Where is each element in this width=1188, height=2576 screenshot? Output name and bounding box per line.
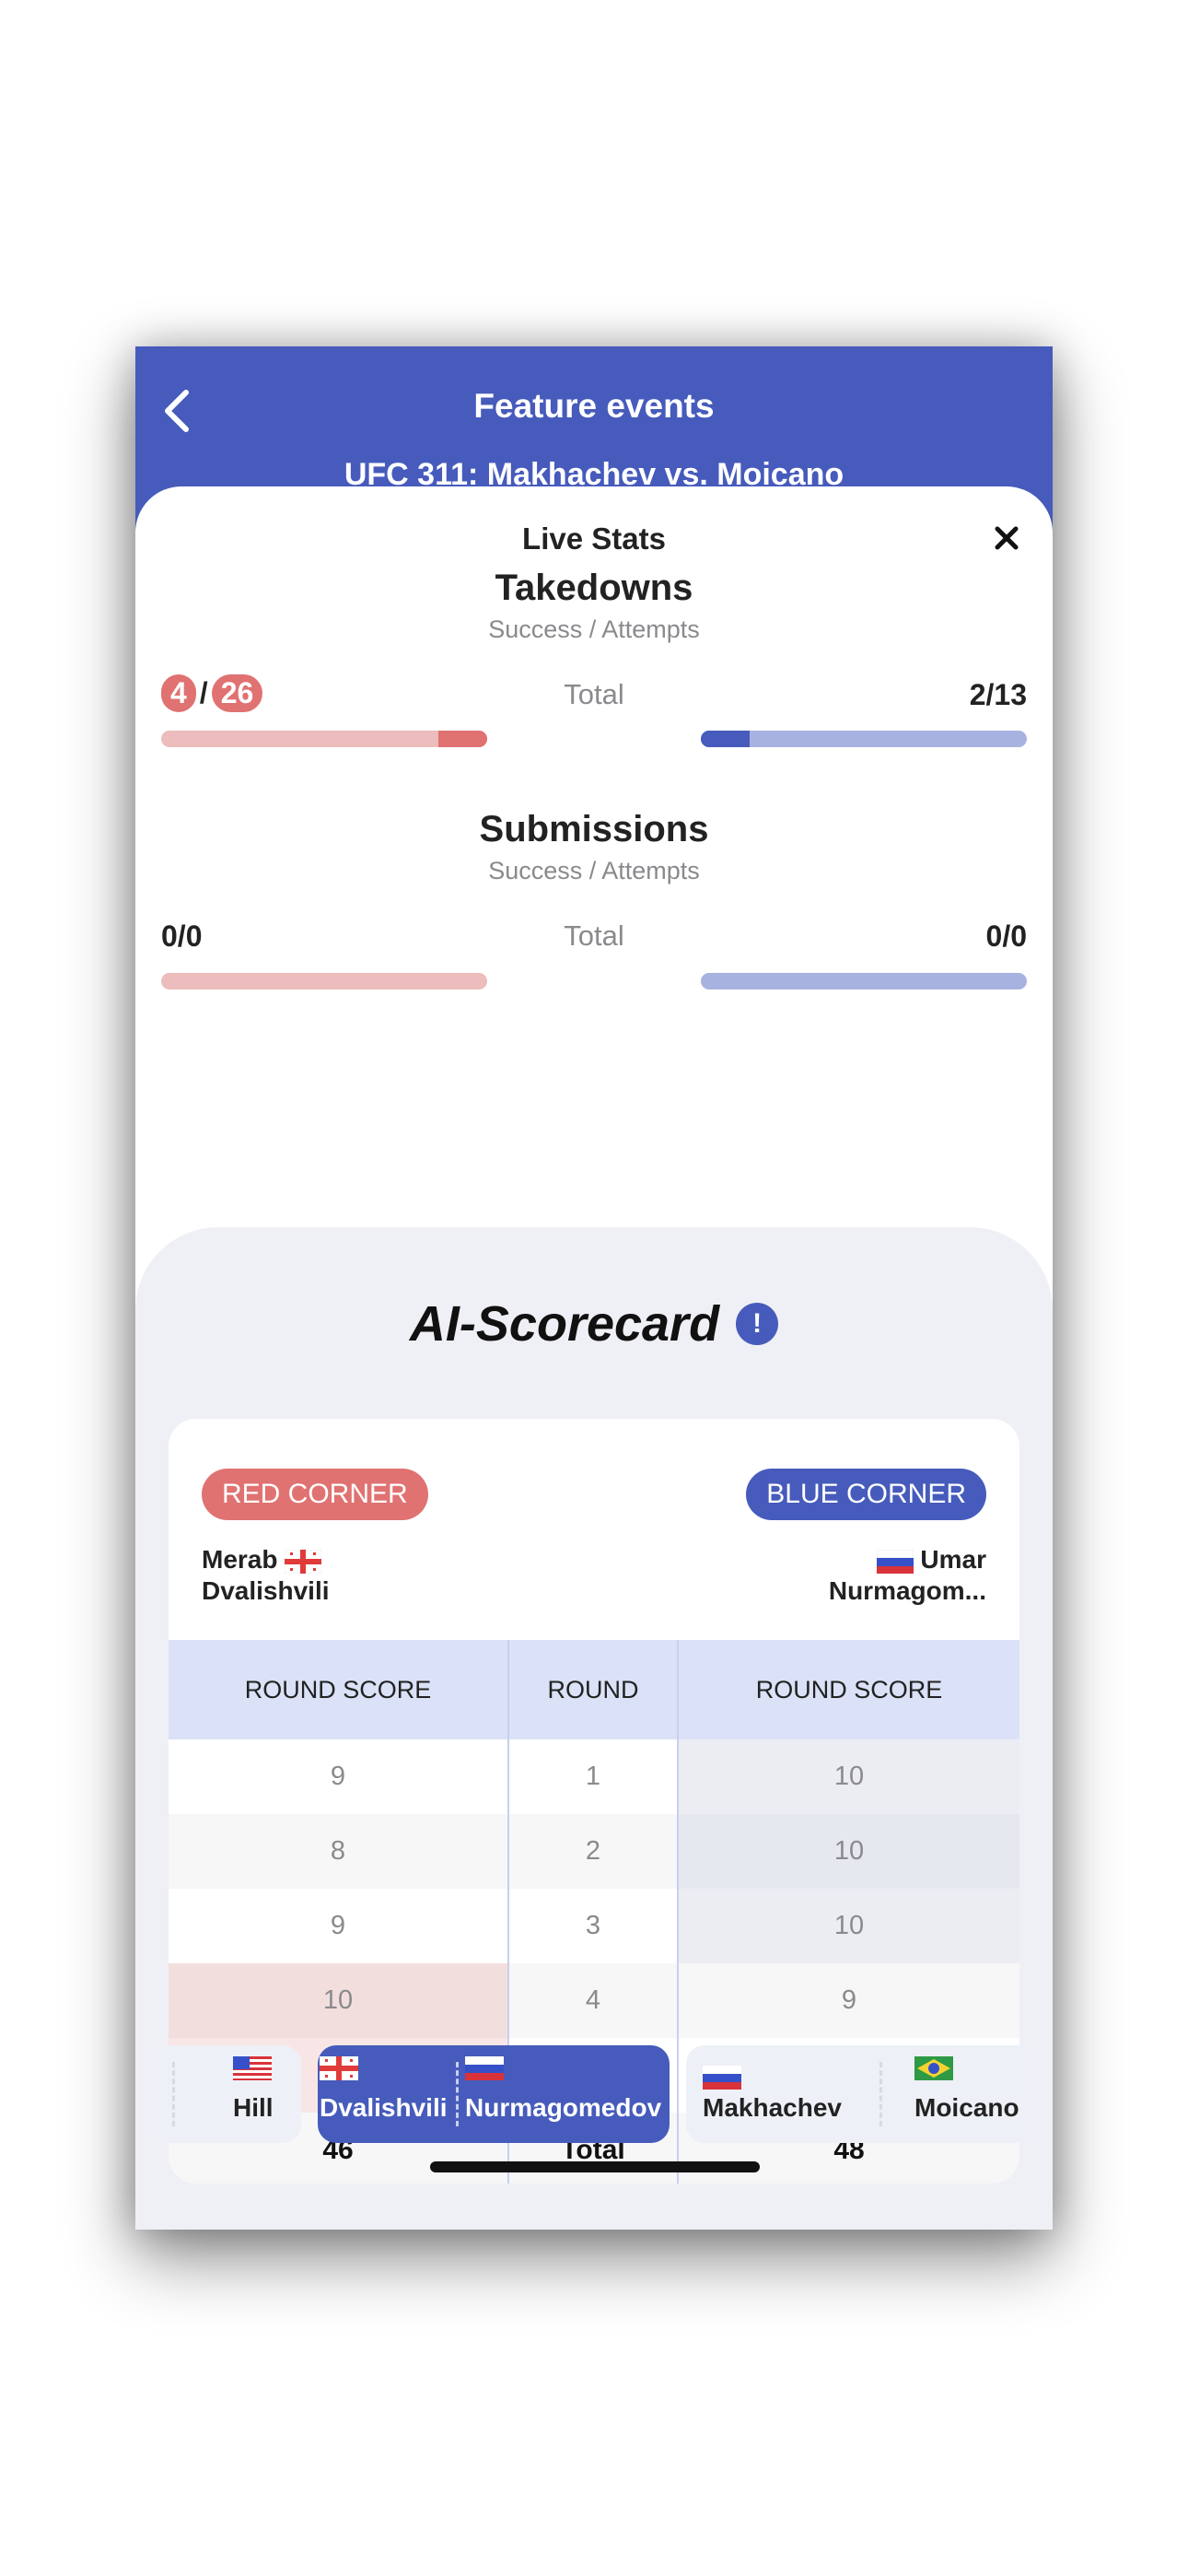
georgia-flag-icon: [285, 1549, 322, 1574]
ai-scorecard-title: AI-Scorecard: [409, 1296, 720, 1352]
usa-flag-icon: [233, 2056, 272, 2080]
close-icon: [995, 526, 1019, 550]
russia-flag-icon: [465, 2056, 504, 2080]
ai-scorecard-heading: AI-Scorecard !: [135, 1295, 1053, 1352]
red-round-score: 9: [330, 1762, 346, 1791]
sheet-title: Live Stats: [522, 521, 666, 556]
close-button[interactable]: [988, 520, 1025, 556]
tab-divider: [879, 2062, 883, 2126]
red-round-score: 10: [169, 1963, 507, 2038]
takedowns-total-label: Total: [564, 678, 624, 710]
takedowns-title: Takedowns: [495, 568, 693, 608]
russia-flag-icon: [876, 1549, 914, 1574]
blue-corner-badge: BLUE CORNER: [746, 1469, 986, 1520]
submissions-blue-bar: [701, 973, 1027, 989]
submissions-blue-value: 0/0: [985, 919, 1027, 953]
tab-fighter-makhachev: Makhachev: [703, 2093, 842, 2122]
live-stats-sheet: Live Stats Takedowns Success / Attempts …: [135, 486, 1053, 2230]
tab-dvalishvili-nurmagomedov[interactable]: Dvalishvili Nurmagomedov: [318, 2045, 670, 2143]
takedowns-blue-value: 2/13: [969, 678, 1027, 711]
takedowns-blue-bar-fill: [701, 731, 751, 747]
red-fighter-first-name: Merab: [202, 1545, 278, 1574]
takedowns-blue-bar: [701, 731, 1027, 747]
column-header: ROUND SCORE: [755, 1675, 943, 1704]
georgia-flag-icon: [320, 2056, 358, 2080]
phone-screen: Feature events UFC 311: Makhachev vs. Mo…: [135, 346, 1053, 2230]
home-indicator[interactable]: [430, 2161, 760, 2172]
header-title: Feature events: [473, 387, 715, 425]
takedowns-subtitle: Success / Attempts: [488, 615, 700, 643]
submissions-subtitle: Success / Attempts: [488, 857, 700, 884]
tab-fighter-dvalishvili: Dvalishvili: [320, 2093, 448, 2122]
russia-flag-icon: [703, 2066, 741, 2090]
tab-divider: [456, 2062, 460, 2126]
round-number: 3: [507, 1889, 679, 1963]
round-number: 2: [507, 1814, 679, 1889]
blue-round-score: 9: [841, 1985, 857, 2015]
tab-makhachev-moicano[interactable]: Makhachev Moicano: [686, 2045, 1036, 2143]
brazil-flag-icon: [914, 2056, 953, 2080]
red-fighter-last-name: Dvalishvili: [202, 1576, 330, 1605]
tab-divider: [172, 2062, 176, 2126]
blue-round-score: 10: [679, 1739, 1019, 1814]
submissions-red-bar: [161, 973, 487, 989]
tab-fighter-hill: Hill: [233, 2093, 274, 2122]
column-header: ROUND SCORE: [244, 1675, 432, 1704]
blue-round-score: 10: [679, 1814, 1019, 1889]
tab-fighter-nurmagomedov: Nurmagomedov: [465, 2093, 662, 2122]
blue-round-score: 10: [679, 1889, 1019, 1963]
table-row: 9 3 10: [169, 1889, 1019, 1963]
red-corner-badge: RED CORNER: [202, 1469, 428, 1520]
info-icon[interactable]: !: [736, 1303, 779, 1345]
table-row: 8 2 10: [169, 1814, 1019, 1889]
takedowns-red-bar: [161, 731, 487, 747]
submissions-total-label: Total: [564, 919, 624, 952]
round-number: 1: [507, 1739, 679, 1814]
submissions-title: Submissions: [479, 809, 709, 849]
round-number: 4: [507, 1963, 679, 2038]
blue-fighter-name: Umar Nurmagom...: [829, 1544, 986, 1607]
table-row: 9 1 10: [169, 1739, 1019, 1814]
tab-hill-fight[interactable]: Hill: [152, 2045, 301, 2143]
red-fighter-name: Merab Dvalishvili: [202, 1544, 330, 1607]
blue-fighter-last-name: Nurmagom...: [828, 1576, 986, 1605]
table-row: 10 4 9: [169, 1963, 1019, 2038]
red-round-score: 8: [330, 1836, 346, 1866]
tab-fighter-moicano: Moicano: [914, 2093, 1019, 2122]
red-round-score: 9: [330, 1911, 346, 1940]
takedowns-red-bar-fill: [437, 731, 487, 747]
blue-fighter-first-name: Umar: [920, 1545, 986, 1574]
table-header-row: ROUND SCORE ROUND ROUND SCORE: [169, 1640, 1019, 1739]
fight-tabs: Hill Dvalishvili Nurmagomedov Makhachev …: [135, 2045, 1053, 2143]
column-header: ROUND: [507, 1640, 679, 1739]
